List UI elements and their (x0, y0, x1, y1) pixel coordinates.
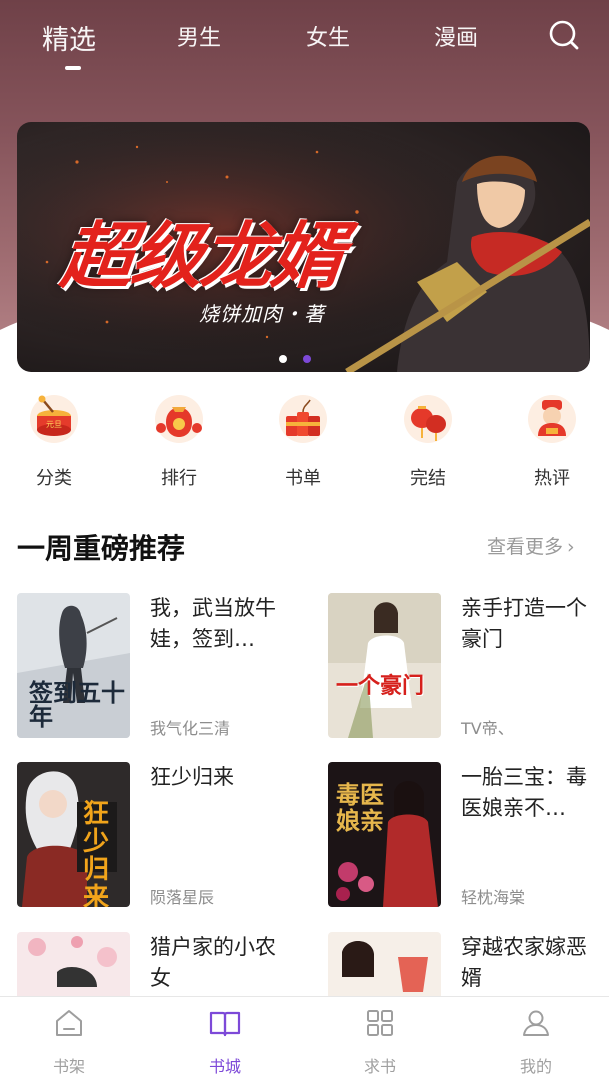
entry-ranking[interactable]: 排行 (139, 392, 219, 490)
book-title: 一胎三宝：毒医娘亲不… (461, 765, 587, 820)
carousel-dots (279, 348, 322, 367)
search-button[interactable] (548, 19, 580, 51)
tab-comic[interactable]: 漫画 (434, 20, 478, 52)
book-title: 穿越农家嫁恶婿 (461, 935, 587, 990)
quick-entry-row: 元旦 分类 排行 书单 完结 热评 (0, 392, 609, 492)
nav-profile[interactable]: 我的 (501, 1007, 571, 1074)
user-icon (523, 1010, 549, 1036)
category-drum-icon: 元旦 (30, 395, 78, 443)
book-title: 亲手打造一个豪门 (461, 596, 587, 651)
active-tab-indicator (65, 66, 81, 70)
nav-label: 书城 (208, 1057, 241, 1074)
top-tab-bar: 精选 男生 女生 漫画 (0, 0, 609, 80)
search-icon (549, 20, 579, 50)
banner-author: 烧饼加肉・著 (199, 302, 325, 326)
tab-male[interactable]: 男生 (177, 20, 221, 52)
book-card[interactable]: 毒医娘亲 一胎三宝：毒医娘亲不… 轻枕海棠 (328, 762, 600, 907)
tab-featured[interactable]: 精选 (42, 18, 96, 57)
chevron-right-icon: › (567, 536, 575, 558)
entry-label: 书单 (285, 468, 321, 489)
bottom-navigation: 书架 书城 求书 我的 (0, 996, 609, 1074)
book-title: 猎户家的小农女 (150, 935, 276, 990)
book-cover: 签到五十年 (17, 593, 130, 738)
finished-lantern-icon (404, 395, 452, 443)
cover-title-text: 一个豪门 (336, 673, 425, 699)
nav-label: 我的 (519, 1057, 552, 1074)
book-author: 陨落星辰 (150, 888, 215, 907)
book-cover: 毒医娘亲 (328, 762, 441, 907)
cover-title-text: 狂少归来 (83, 799, 110, 907)
see-more-link[interactable]: 查看更多 › (487, 532, 575, 559)
booklist-firecracker-icon (279, 395, 327, 443)
entry-label: 热评 (534, 468, 570, 489)
book-card[interactable]: 签到五十年 我，武当放牛娃，签到… 我气化三清 (17, 593, 289, 738)
svg-text:元旦: 元旦 (46, 420, 62, 429)
nav-label: 求书 (363, 1057, 396, 1074)
nav-bookshelf[interactable]: 书架 (34, 1007, 104, 1074)
carousel-dot-active[interactable] (303, 355, 312, 363)
ranking-moneybag-icon (155, 395, 203, 443)
book-title: 我，武当放牛娃，签到… (150, 596, 276, 651)
entry-label: 完结 (410, 468, 446, 489)
grid-icon (367, 1010, 393, 1036)
entry-hot-review[interactable]: 热评 (512, 392, 592, 490)
hot-review-god-of-wealth-icon (528, 395, 576, 443)
banner-title: 超级龙婿 (56, 213, 346, 298)
see-more-label: 查看更多 (487, 536, 564, 558)
nav-bookstore[interactable]: 书城 (190, 1007, 260, 1074)
entry-category[interactable]: 元旦 分类 (14, 392, 94, 490)
entry-finished[interactable]: 完结 (388, 392, 468, 490)
bookshelf-icon (56, 1010, 82, 1036)
book-cover: 一个豪门 (328, 593, 441, 738)
cover-title-text: 毒医娘亲 (336, 780, 384, 835)
book-title: 狂少归来 (150, 765, 234, 789)
carousel-dot[interactable] (279, 355, 287, 363)
nav-request-book[interactable]: 求书 (345, 1007, 415, 1074)
entry-label: 分类 (36, 468, 72, 489)
nav-label: 书架 (52, 1057, 85, 1074)
banner-carousel[interactable]: 超级龙婿 烧饼加肉・著 (17, 122, 590, 372)
book-card[interactable]: 狂少归来 狂少归来 陨落星辰 (17, 762, 289, 907)
entry-label: 排行 (161, 468, 197, 489)
book-cover: 狂少归来 (17, 762, 130, 907)
book-author: TV帝、 (461, 719, 514, 738)
cover-title-text: 签到五十年 (29, 678, 125, 731)
section-title: 一周重磅推荐 (17, 532, 186, 565)
tab-female[interactable]: 女生 (306, 20, 350, 52)
entry-booklist[interactable]: 书单 (263, 392, 343, 490)
book-card[interactable]: 一个豪门 亲手打造一个豪门 TV帝、 (328, 593, 600, 738)
open-book-icon (209, 1011, 241, 1037)
book-author: 轻枕海棠 (461, 888, 526, 907)
book-author: 我气化三清 (150, 719, 231, 738)
